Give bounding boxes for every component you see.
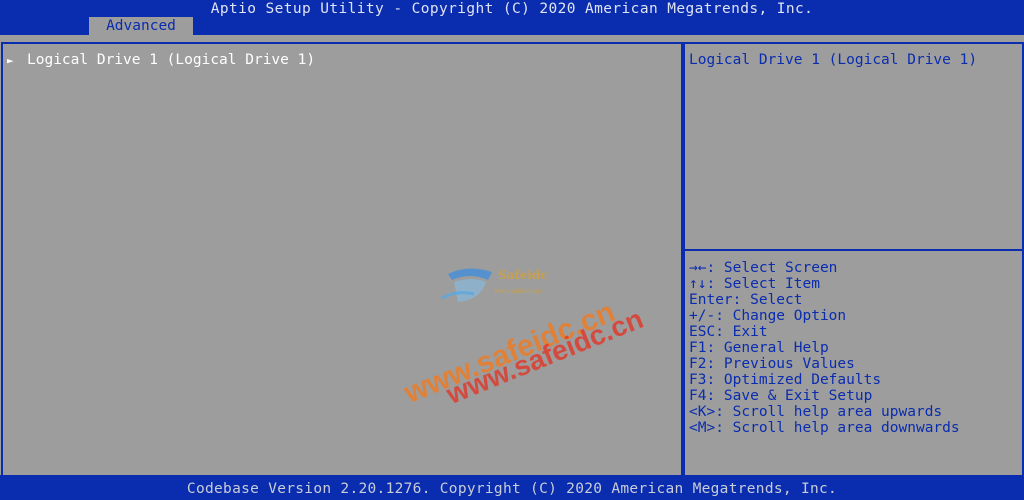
bios-setup-screen: Aptio Setup Utility - Copyright (C) 2020…: [0, 0, 1024, 500]
menu-item-label: Logical Drive 1 (Logical Drive 1): [27, 52, 316, 68]
key-select-screen: →←: Select Screen: [689, 260, 838, 276]
key-esc-exit: ESC: Exit: [689, 324, 768, 340]
key-change-option: +/-: Change Option: [689, 308, 847, 324]
key-scroll-down: <M>: Scroll help area downwards: [689, 420, 960, 436]
key-f1-help: F1: General Help: [689, 340, 829, 356]
key-scroll-up: <K>: Scroll help area upwards: [689, 404, 943, 420]
key-f3-defaults: F3: Optimized Defaults: [689, 372, 882, 388]
app-title: Aptio Setup Utility - Copyright (C) 2020…: [210, 1, 814, 17]
tab-advanced[interactable]: Advanced: [89, 17, 193, 35]
key-legend: →←: Select Screen ↑↓: Select Item Enter:…: [689, 260, 1019, 436]
submenu-arrow-icon: ►: [7, 53, 14, 67]
footer-bar: Codebase Version 2.20.1276. Copyright (C…: [0, 475, 1024, 500]
key-f2-previous: F2: Previous Values: [689, 356, 855, 372]
title-bar: Aptio Setup Utility - Copyright (C) 2020…: [0, 0, 1024, 35]
help-pane: Logical Drive 1 (Logical Drive 1) →←: Se…: [683, 42, 1024, 477]
key-enter-select: Enter: Select: [689, 292, 803, 308]
key-select-item: ↑↓: Select Item: [689, 276, 820, 292]
menu-item-logical-drive-1[interactable]: ► Logical Drive 1 (Logical Drive 1): [7, 52, 315, 68]
footer-text: Codebase Version 2.20.1276. Copyright (C…: [186, 481, 838, 497]
menu-pane: ► Logical Drive 1 (Logical Drive 1): [1, 42, 683, 477]
help-divider: [685, 249, 1022, 251]
main-area: ► Logical Drive 1 (Logical Drive 1) Logi…: [0, 35, 1024, 477]
help-text: Logical Drive 1 (Logical Drive 1): [689, 52, 978, 68]
key-f4-save-exit: F4: Save & Exit Setup: [689, 388, 873, 404]
